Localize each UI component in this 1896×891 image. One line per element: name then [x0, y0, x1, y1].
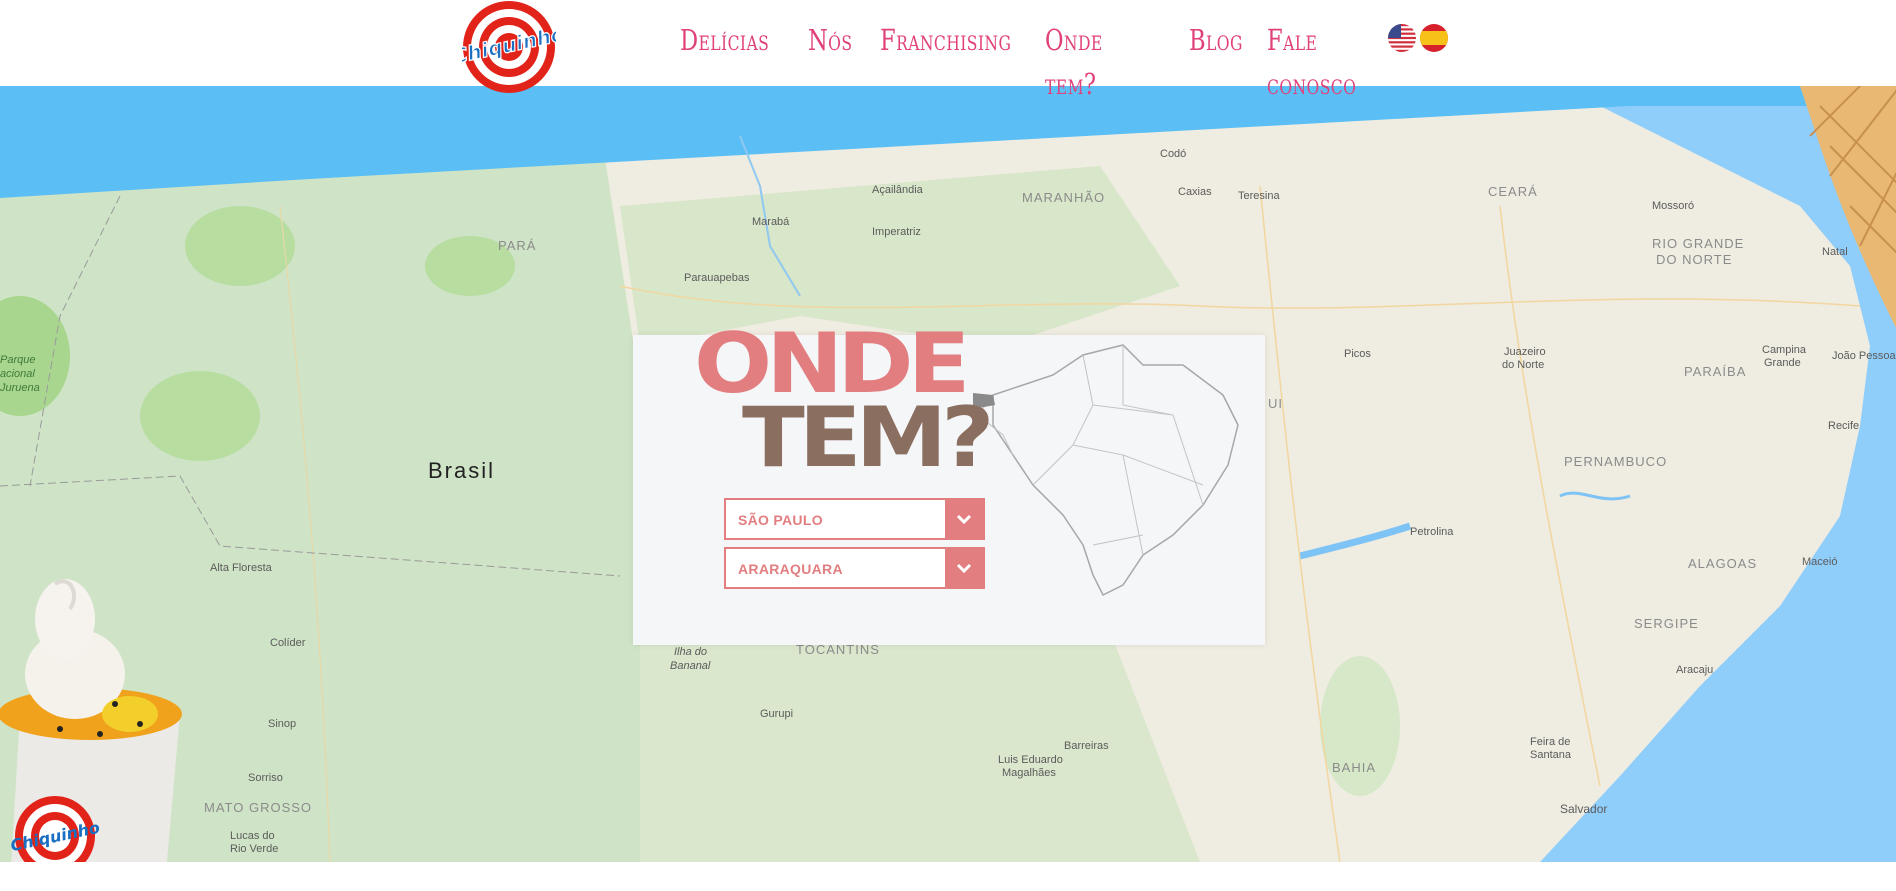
map-city-label: Imperatriz	[872, 226, 921, 238]
map-region-label: CEARÁ	[1488, 184, 1538, 199]
map-region-label: DO NORTE	[1656, 252, 1733, 267]
chevron-down-icon[interactable]	[945, 549, 983, 587]
map-region-label: UI	[1268, 396, 1283, 411]
chiquinho-logo[interactable]: Chiquinho	[462, 0, 556, 94]
map-city-label: Picos	[1344, 348, 1371, 360]
map-city-label: Codó	[1160, 148, 1187, 160]
map-park-label: Parque	[0, 354, 36, 366]
map-city-label: Magalhães	[1002, 767, 1056, 779]
map-city-label: Teresina	[1238, 190, 1280, 202]
map-city-label: Caxias	[1178, 186, 1212, 198]
map-city-label: Natal	[1822, 246, 1848, 258]
map-city-label: Parauapebas	[684, 272, 750, 284]
city-select-value: ARARAQUARA	[738, 561, 843, 577]
map-city-label: Grande	[1764, 357, 1801, 369]
map-region-label: MARANHÃO	[1022, 190, 1106, 205]
map-city-label: Rio Verde	[230, 843, 279, 855]
nav-nos[interactable]: Nós	[808, 18, 852, 106]
page-below-map	[0, 862, 1896, 891]
map-park-label: Juruena	[0, 382, 40, 394]
map-city-label: Barreiras	[1064, 740, 1109, 752]
map-park-label: acional	[0, 368, 35, 380]
ice-cream-cone-image	[1800, 86, 1896, 328]
map-region-label: PERNAMBUCO	[1564, 454, 1668, 469]
map-region-label: BAHIA	[1332, 760, 1377, 775]
nav-delicias[interactable]: Delícias	[680, 18, 769, 106]
map-city-label: Açailândia	[872, 184, 923, 196]
map-city-label: Aracaju	[1676, 664, 1714, 676]
map-city-label: Campina	[1762, 344, 1807, 356]
map-city-label: Marabá	[752, 216, 790, 228]
sundae-cup-image: Chiquinho	[0, 579, 182, 862]
es-flag-icon[interactable]	[1420, 24, 1448, 52]
chevron-down-icon[interactable]	[945, 500, 983, 538]
map-city-label: Lucas do	[230, 830, 275, 842]
map-city-label: Feira de	[1530, 736, 1571, 748]
map-city-label: Salvador	[1560, 802, 1608, 816]
map-city-label: Ilha do	[674, 646, 708, 658]
map-city-label: Recife	[1828, 420, 1860, 432]
nav-franchising[interactable]: Franchising	[880, 18, 1011, 106]
language-switcher	[1388, 24, 1448, 52]
map-city-label: Luis Eduardo	[998, 754, 1063, 766]
map-city-label: do Norte	[1502, 359, 1545, 371]
map-city-label: Sinop	[268, 718, 297, 730]
nav-onde-tem[interactable]: Onde tem?	[1045, 18, 1135, 106]
brazil-map-illustration	[973, 344, 1239, 597]
map-city-label: Bananal	[670, 660, 711, 672]
us-flag-icon[interactable]	[1388, 24, 1416, 52]
map-city-label: Petrolina	[1410, 526, 1454, 538]
map-city-label: Alta Floresta	[210, 562, 272, 574]
state-select-value: SÃO PAULO	[738, 512, 823, 528]
map-city-label: Gurupi	[760, 708, 794, 720]
map-city-label: Maceió	[1802, 556, 1838, 568]
map-region-label: PARAÍBA	[1684, 364, 1747, 379]
map-region-label: MATO GROSSO	[204, 800, 313, 815]
map-region-label: RIO GRANDE	[1652, 236, 1745, 251]
map-city-label: Mossoró	[1652, 200, 1695, 212]
map-city-label: Sorriso	[248, 772, 283, 784]
main-nav: Delícias Nós Franchising Onde tem? Blog …	[680, 18, 1443, 106]
map-region-label: ALAGOAS	[1688, 556, 1758, 571]
map-city-label: Colíder	[270, 637, 306, 649]
map-country-label: Brasil	[428, 458, 496, 483]
site-header: Chiquinho Delícias Nós Franchising Onde …	[0, 0, 1896, 101]
finder-title-line2: TEM?	[742, 389, 995, 486]
map-region-label: PARÁ	[498, 238, 537, 253]
map-region-label: SERGIPE	[1634, 616, 1699, 631]
nav-fale-conosco[interactable]: Fale conosco	[1267, 18, 1382, 106]
nav-blog[interactable]: Blog	[1189, 18, 1242, 106]
state-select[interactable]: SÃO PAULO	[724, 498, 985, 540]
city-select[interactable]: ARARAQUARA	[724, 547, 985, 589]
map-city-label: João Pessoa	[1832, 350, 1896, 362]
map-city-label: Juazeiro	[1504, 346, 1546, 358]
map-city-label: Santana	[1530, 749, 1571, 761]
